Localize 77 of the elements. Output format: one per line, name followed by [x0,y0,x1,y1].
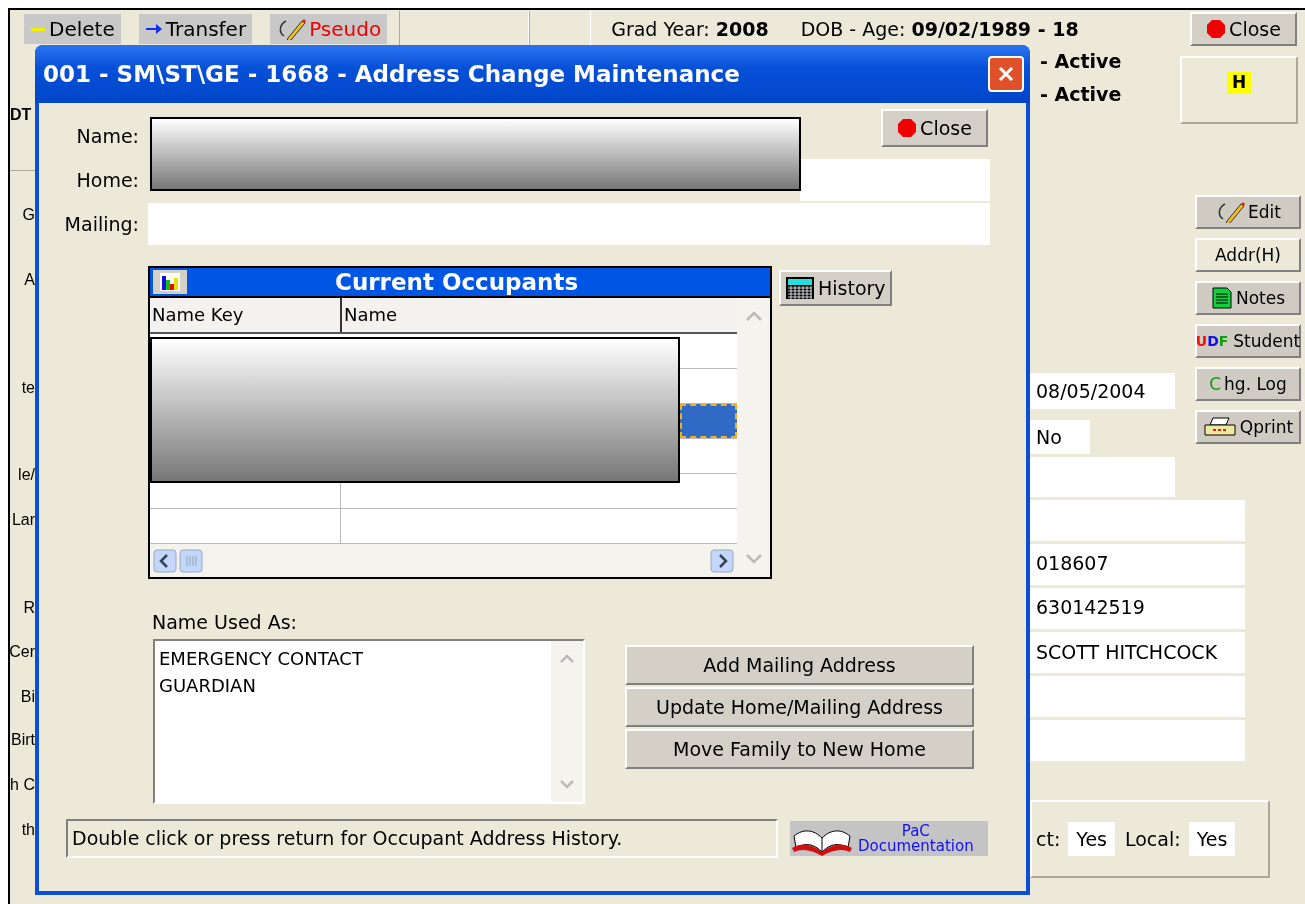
text-field[interactable]: No [1030,420,1090,454]
text-field[interactable]: 08/05/2004 [1030,373,1175,409]
field-label: Cer [9,642,35,662]
text-field[interactable]: Yes [1068,822,1115,856]
text-field[interactable] [1030,457,1175,497]
flag-badge: H [1226,72,1252,94]
status-text: - Active [1040,50,1122,72]
udf-icon: UDF [1195,333,1229,349]
text-field[interactable] [1030,720,1245,761]
field-label: A [24,270,35,290]
notes-icon [1210,286,1233,310]
text-field[interactable]: 018607 [1030,544,1245,585]
grid-title: Current Occupants [335,269,579,295]
status-text: - Active [1040,83,1122,105]
field-label: Name: [75,125,139,147]
text-field[interactable]: SCOTT HITCHCOCK [1030,632,1245,673]
list-item[interactable]: EMERGENCY CONTACT [159,645,547,672]
move-family-button[interactable]: Move Family to New Home [625,729,974,769]
field-label: Mailing: [63,213,139,235]
window-title: 001 - SM\ST\GE - 1668 - Address Change Maintenance [43,61,740,87]
close-button[interactable]: Close [1190,12,1297,46]
documentation-button[interactable]: PaC Documentation [790,821,988,856]
close-button[interactable]: Close [881,109,988,147]
field-label: G [22,205,35,225]
close-icon [996,64,1016,84]
field-label: ct: [1036,828,1061,850]
field-label: Bi [20,687,35,707]
delete-button[interactable]: Delete [24,14,121,44]
stop-icon [1206,19,1227,39]
field-label: te [21,378,35,398]
horizontal-scrollbar[interactable] [150,544,737,577]
logo-text: Documentation [858,838,974,854]
column-header[interactable]: Name [342,298,398,332]
scroll-thumb-icon [179,548,203,573]
status-bar: Double click or press return for Occupant Address History. [66,819,778,858]
field-label: th [21,820,35,840]
text-field[interactable] [1030,676,1245,717]
calendar-icon [785,276,815,300]
text-field[interactable] [148,203,990,245]
chart-button[interactable] [153,270,187,294]
text-field[interactable] [1030,500,1245,541]
print-button[interactable]: Qprint [1195,410,1301,444]
transfer-button[interactable]: Transfer [138,14,253,44]
notes-button[interactable]: Notes [1195,281,1301,315]
logo-text: PaC [901,823,930,839]
address-button[interactable]: Addr(H) [1195,238,1301,272]
bar-chart-icon [159,272,181,292]
field-label: h C [10,775,35,795]
list-label: Name Used As: [152,611,298,633]
grad-year-text: Grad Year: 2008 [611,18,769,40]
dob-age-text: DOB - Age: 09/02/1989 - 18 [800,18,1079,40]
vertical-scrollbar[interactable] [551,641,583,802]
field-label: DT [10,105,32,125]
edit-button[interactable]: Edit [1195,195,1301,229]
list-box[interactable]: EMERGENCY CONTACT GUARDIAN [153,639,585,804]
history-button[interactable]: History [779,270,892,306]
field-label: Local: [1125,828,1181,850]
change-log-button[interactable]: Chg. Log [1195,367,1301,401]
arrow-icon [144,23,163,35]
add-mailing-address-button[interactable]: Add Mailing Address [625,645,974,685]
text-field[interactable]: 630142519 [1030,588,1245,629]
printer-icon [1202,416,1237,438]
student-button[interactable]: UDF Student [1195,324,1301,358]
update-address-button[interactable]: Update Home/Mailing Address [625,687,974,727]
list-item[interactable]: GUARDIAN [159,672,547,699]
field-label: Lar [11,510,35,530]
field-label: Birt [11,730,35,750]
field-label: R [23,598,35,618]
field-label: le/ [18,465,35,485]
close-button[interactable] [988,56,1024,92]
vertical-scrollbar[interactable] [737,298,770,577]
field-label: Home: [75,169,139,191]
text-field[interactable] [800,159,990,201]
column-header[interactable]: Name Key [150,298,342,332]
selected-row-cell[interactable] [680,404,737,438]
stop-icon [897,118,918,138]
text-field[interactable]: Yes [1188,822,1236,856]
